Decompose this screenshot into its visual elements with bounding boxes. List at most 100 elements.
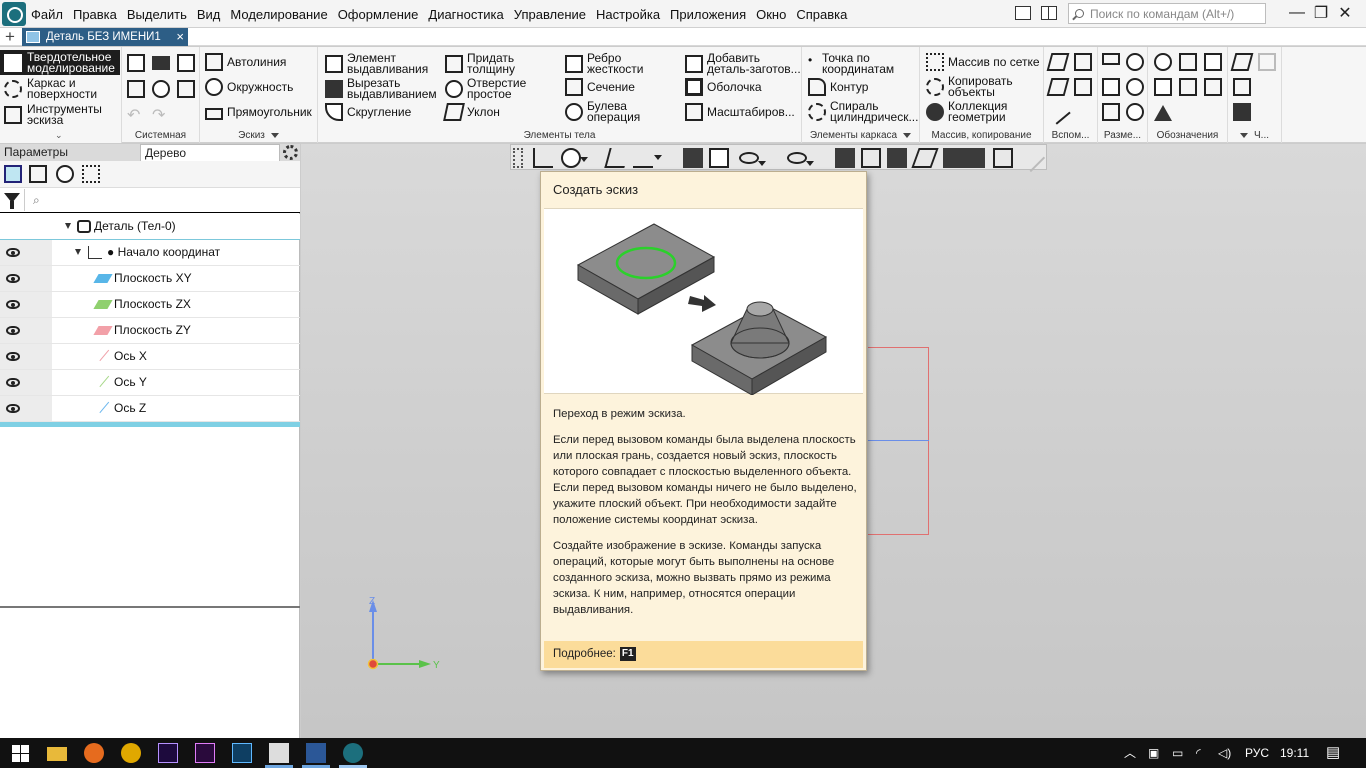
close-tab-icon[interactable]: × [176, 29, 184, 44]
start-button[interactable] [10, 743, 30, 763]
zoom-icon[interactable] [561, 148, 588, 168]
gear-icon[interactable] [283, 145, 298, 160]
perspective-icon[interactable] [887, 148, 907, 168]
kompas-icon[interactable] [343, 743, 363, 763]
language-indicator[interactable]: РУС [1245, 738, 1269, 768]
geometry-collection-button[interactable]: Коллекция геометрии [926, 100, 1007, 124]
hide-objects-icon[interactable] [739, 152, 766, 166]
radius-dim-icon[interactable] [1126, 78, 1144, 96]
undo-icon[interactable]: ↶ [127, 105, 145, 124]
eye-icon[interactable] [6, 300, 20, 309]
diameter-dim-icon[interactable] [1126, 53, 1144, 71]
after-effects-icon[interactable] [158, 743, 178, 763]
menu-file[interactable]: Файл [26, 7, 68, 22]
section-button[interactable]: Сечение [565, 75, 635, 99]
circle-button[interactable]: Окружность [205, 75, 293, 99]
measure-icon[interactable] [1230, 53, 1254, 71]
tree-search-input[interactable]: ⌕ [24, 189, 299, 211]
redo-icon[interactable]: ↷ [152, 105, 170, 124]
aux-plane-icon[interactable] [1046, 53, 1070, 71]
app-logo-icon[interactable] [2, 2, 26, 26]
dropdown-icon[interactable] [654, 155, 662, 160]
tab-parameters[interactable]: Параметры [0, 144, 140, 161]
menu-help[interactable]: Справка [791, 7, 852, 22]
scale-button[interactable]: Масштабиров... [685, 100, 795, 124]
print-icon[interactable] [127, 80, 145, 98]
menu-view[interactable]: Вид [192, 7, 226, 22]
helix-button[interactable]: Спираль цилиндрическ... [808, 100, 918, 124]
dropdown-icon[interactable] [806, 161, 814, 166]
weld-icon[interactable] [1154, 105, 1172, 121]
tree-build-order-icon[interactable] [29, 165, 47, 183]
hole-button[interactable]: Отверстие простое [445, 77, 526, 101]
menu-window[interactable]: Окно [751, 7, 791, 22]
tree-structure-icon[interactable] [4, 165, 22, 183]
shell-button[interactable]: Оболочка [685, 75, 762, 99]
contour-button[interactable]: Контур [808, 75, 868, 99]
mode-solid-modeling[interactable]: Твердотельное моделирование [0, 50, 120, 75]
mode-sketch-tools[interactable]: Инструменты эскиза [0, 102, 120, 127]
tree-row-axis-z[interactable]: Ось Z [0, 396, 300, 422]
add-blank-button[interactable]: Добавить деталь-заготов... [685, 52, 801, 76]
vegas-icon[interactable] [232, 743, 252, 763]
file-explorer-icon[interactable] [47, 747, 67, 761]
open-folder-icon[interactable] [152, 56, 170, 70]
position-icon[interactable] [1204, 53, 1222, 71]
eye-icon[interactable] [6, 378, 20, 387]
filter-triad-icon[interactable] [835, 148, 855, 168]
menu-apps[interactable]: Приложения [665, 7, 751, 22]
copy-objects-button[interactable]: Копировать объекты [926, 75, 1013, 99]
shaded-view-icon[interactable] [683, 148, 703, 168]
dropdown-icon[interactable] [580, 157, 588, 162]
autoline-button[interactable]: Автолиния [205, 50, 286, 74]
eye-icon[interactable] [6, 248, 20, 257]
tree-row-plane-zx[interactable]: Плоскость ZX [0, 292, 300, 318]
menu-design[interactable]: Оформление [333, 7, 424, 22]
toolbar-grip-icon[interactable] [513, 148, 523, 168]
leader-icon[interactable] [1179, 53, 1197, 71]
menu-settings[interactable]: Настройка [591, 7, 665, 22]
word-icon[interactable] [306, 743, 326, 763]
dropdown-icon[interactable] [903, 132, 912, 138]
aux-plane-angle-icon[interactable] [1046, 78, 1070, 96]
new-document-button[interactable]: + [0, 28, 20, 46]
media-icon[interactable] [269, 743, 289, 763]
tree-row-axis-y[interactable]: Ось Y [0, 370, 300, 396]
measure-view-icon[interactable] [993, 148, 1013, 168]
clock[interactable]: 19:11 [1280, 738, 1309, 768]
menu-edit[interactable]: Правка [68, 7, 122, 22]
mode-frame-surfaces[interactable]: Каркас и поверхности [0, 76, 120, 101]
thicken-button[interactable]: Придать толщину [445, 52, 515, 76]
orientation-icon[interactable] [633, 148, 662, 168]
premiere-icon[interactable] [195, 743, 215, 763]
section-view-icon[interactable] [861, 148, 881, 168]
dropdown-icon[interactable] [1240, 132, 1248, 138]
boolean-button[interactable]: Булева операция [565, 100, 640, 124]
tree-row-part[interactable]: Деталь (Тел-0) [0, 214, 300, 240]
tolerance-icon[interactable] [1154, 78, 1172, 96]
roughness-icon[interactable] [1154, 53, 1172, 71]
expand-modes-icon[interactable]: ⌄ [55, 130, 63, 141]
check-icon[interactable] [1233, 103, 1251, 121]
tray-chevron-icon[interactable]: ︿ [1124, 738, 1136, 768]
tray-app-icon[interactable]: ▣ [1148, 738, 1159, 768]
fillet-button[interactable]: Скругление [325, 100, 411, 124]
arc-dim-icon[interactable] [1126, 103, 1144, 121]
angle-dim-icon[interactable] [1102, 78, 1120, 96]
tree-row-plane-zy[interactable]: Плоскость ZY [0, 318, 300, 344]
tree-relations-icon[interactable] [56, 165, 74, 183]
show-objects-icon[interactable] [787, 152, 814, 166]
eye-icon[interactable] [6, 404, 20, 413]
extrude-button[interactable]: Элемент выдавливания [325, 52, 428, 76]
tree-row-plane-xy[interactable]: Плоскость XY [0, 266, 300, 292]
layout-single-icon[interactable] [1015, 6, 1031, 20]
eye-icon[interactable] [6, 326, 20, 335]
save-icon[interactable] [177, 54, 195, 72]
wireframe-view-icon[interactable] [709, 148, 729, 168]
properties-icon[interactable] [177, 80, 195, 98]
create-sketch-icon[interactable] [533, 148, 553, 168]
base-icon[interactable] [1179, 78, 1197, 96]
layout-split-icon[interactable] [1041, 6, 1057, 20]
mark-icon[interactable] [1204, 78, 1222, 96]
notifications-icon[interactable]: ▤ [1326, 738, 1340, 768]
